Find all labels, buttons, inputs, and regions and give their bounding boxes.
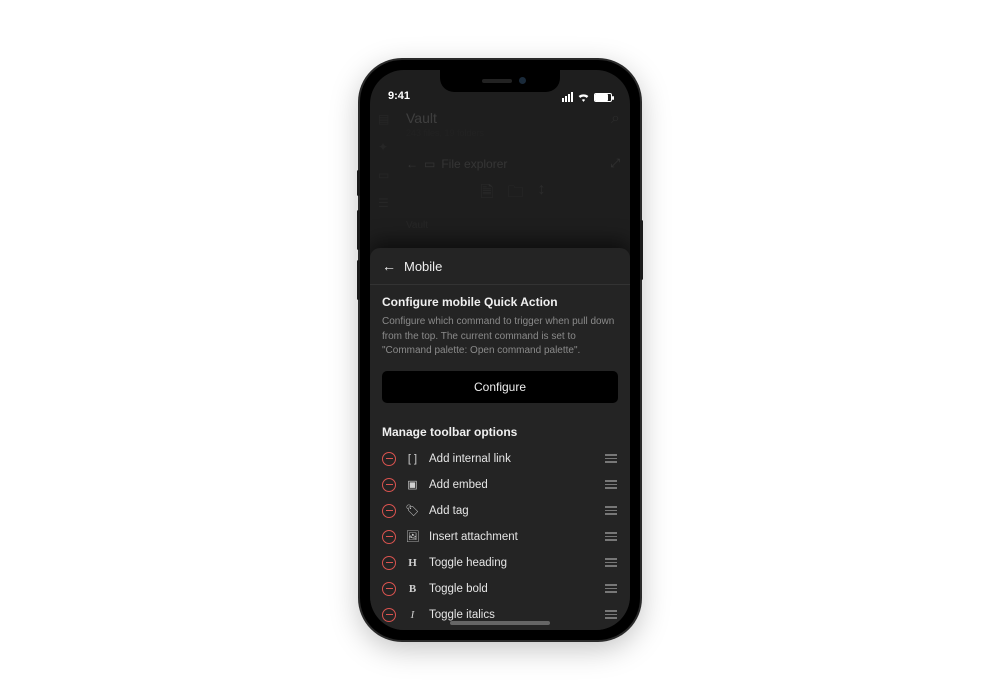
toolbar-option-row: ▣ Add embed	[382, 473, 618, 497]
settings-sheet: Mobile Configure mobile Quick Action Con…	[370, 248, 630, 630]
home-indicator[interactable]	[450, 621, 550, 625]
new-folder-icon: 🗀	[507, 181, 523, 208]
vault-subtitle: 243 files, 19 folders	[406, 128, 484, 138]
remove-option-button[interactable]	[382, 478, 396, 492]
screen: 9:41 ▤ ✦ ▭ ☰ Vault	[370, 70, 630, 630]
option-type-icon: I	[405, 609, 420, 621]
sheet-back-row[interactable]: Mobile	[370, 248, 630, 285]
configure-button[interactable]: Configure	[382, 371, 618, 403]
ribbon-icon: ▭	[378, 168, 389, 182]
remove-option-button[interactable]	[382, 530, 396, 544]
back-arrow-icon: ←	[406, 157, 418, 171]
option-label: Add tag	[429, 505, 595, 517]
toolbar-option-row: B Toggle bold	[382, 577, 618, 601]
sort-icon: ↕	[537, 181, 545, 208]
drag-handle-icon[interactable]	[604, 610, 618, 618]
drag-handle-icon[interactable]	[604, 454, 618, 462]
breadcrumb: Mobile	[404, 259, 442, 274]
drag-handle-icon[interactable]	[604, 584, 618, 592]
option-label: Toggle bold	[429, 583, 595, 595]
toolbar-options-title: Manage toolbar options	[382, 425, 618, 439]
notch	[440, 70, 560, 92]
mute-switch	[357, 170, 360, 196]
option-label: Toggle heading	[429, 557, 595, 569]
remove-option-button[interactable]	[382, 556, 396, 570]
expand-icon: ⤢	[610, 156, 620, 171]
option-type-icon: [ ]	[405, 453, 420, 465]
remove-option-button[interactable]	[382, 452, 396, 466]
toolbar-option-row: S̶Toggle strikethrough	[382, 629, 618, 631]
option-type-icon: H	[405, 557, 420, 569]
remove-option-button[interactable]	[382, 504, 396, 518]
battery-icon	[594, 93, 612, 102]
toolbar-options-list: [ ] Add internal link ▣ Add embed 🏷 Add tag 🖼 I…	[382, 447, 618, 631]
drag-handle-icon[interactable]	[604, 480, 618, 488]
volume-down	[357, 260, 360, 300]
toolbar-option-row: 🖼 Insert attachment	[382, 525, 618, 549]
option-label: Toggle italics	[429, 609, 595, 621]
option-label: Add embed	[429, 479, 595, 491]
option-type-icon: ▣	[405, 478, 420, 491]
status-time: 9:41	[388, 90, 410, 102]
wifi-icon	[577, 92, 590, 102]
toolbar-option-row: 🏷 Add tag	[382, 499, 618, 523]
ribbon-icon: ▤	[378, 112, 389, 126]
back-arrow-icon	[382, 258, 396, 274]
option-label: Add internal link	[429, 453, 595, 465]
option-type-icon: 🖼	[405, 530, 420, 543]
ribbon-icon: ✦	[378, 140, 389, 154]
option-label: Insert attachment	[429, 531, 595, 543]
phone-frame: 9:41 ▤ ✦ ▭ ☰ Vault	[360, 60, 640, 640]
remove-option-button[interactable]	[382, 608, 396, 622]
folder-icon: ▭	[424, 157, 435, 171]
new-file-icon: 🗎	[481, 181, 494, 208]
toolbar-option-row: H Toggle heading	[382, 551, 618, 575]
option-type-icon: B	[405, 583, 420, 595]
power-button	[640, 220, 643, 280]
vault-title: Vault	[406, 110, 484, 126]
cellular-signal-icon	[562, 92, 573, 102]
drag-handle-icon[interactable]	[604, 532, 618, 540]
drag-handle-icon[interactable]	[604, 558, 618, 566]
ribbon-icon: ☰	[378, 196, 389, 210]
drag-handle-icon[interactable]	[604, 506, 618, 514]
search-icon: ⌕	[611, 110, 620, 128]
toolbar-option-row: [ ] Add internal link	[382, 447, 618, 471]
vault-label: Vault	[406, 220, 620, 231]
file-explorer-label: File explorer	[441, 157, 507, 171]
quick-action-description: Configure which command to trigger when …	[382, 315, 618, 359]
option-type-icon: 🏷	[405, 504, 420, 517]
volume-up	[357, 210, 360, 250]
quick-action-title: Configure mobile Quick Action	[382, 295, 618, 309]
remove-option-button[interactable]	[382, 582, 396, 596]
